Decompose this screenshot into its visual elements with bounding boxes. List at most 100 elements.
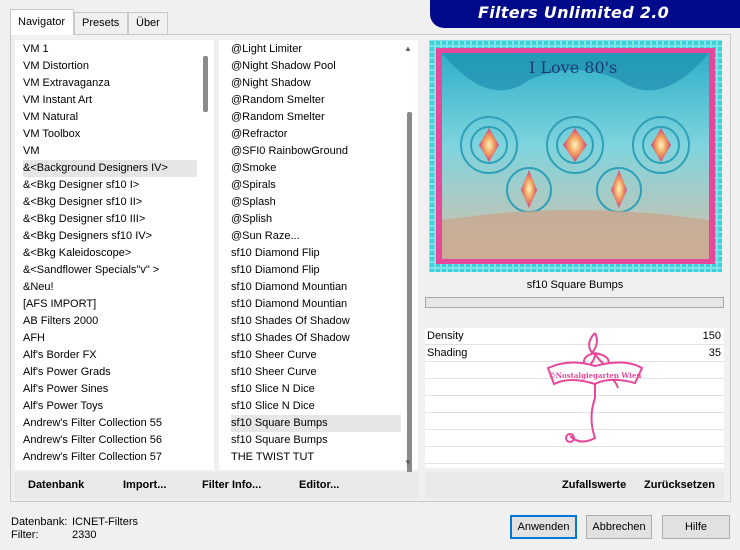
category-list-item[interactable]: &<Background Designers IV>	[23, 160, 197, 177]
scroll-down-icon[interactable]: ▼	[404, 458, 412, 467]
import-label: Import...	[123, 479, 167, 491]
reset-button[interactable]: Zurücksetzen	[644, 479, 715, 491]
reset-label: Zurücksetzen	[644, 479, 715, 491]
filter-list-item[interactable]: sf10 Slice N Dice	[231, 398, 401, 415]
parameter-grid[interactable]: Density 150 Shading 35 ©Nostalgiegarten …	[425, 328, 724, 468]
filter-list-item[interactable]: THE TWIST TUT	[231, 449, 401, 466]
tab-ueber-label: Über	[136, 17, 160, 29]
filter-list-item[interactable]: @Smoke	[231, 160, 401, 177]
help-label: Hilfe	[684, 521, 707, 533]
filter-list-item[interactable]: sf10 Square Bumps	[231, 432, 401, 449]
filter-list-item[interactable]: sf10 Diamond Flip	[231, 245, 401, 262]
filter-list-item[interactable]: sf10 Shades Of Shadow	[231, 330, 401, 347]
shading-label: Shading	[427, 347, 468, 359]
category-list-item[interactable]: AFH	[23, 330, 197, 347]
filter-preview-image: I Love 80's	[429, 40, 722, 272]
filter-scrollbar[interactable]: ▲ ▼	[401, 40, 418, 482]
watermark-logo: ©Nostalgiegarten Wien	[540, 328, 650, 453]
category-list-item[interactable]: Andrew's Filter Collection 56	[23, 432, 197, 449]
category-scrollbar[interactable]	[197, 40, 214, 470]
right-action-bar: Zufallswerte Zurücksetzen	[425, 472, 724, 498]
preview-overlay-text: I Love 80's	[529, 58, 618, 77]
filter-list-item[interactable]: sf10 Square Bumps	[231, 415, 401, 432]
tab-presets[interactable]: Presets	[74, 12, 128, 34]
random-values-label: Zufallswerte	[562, 479, 627, 491]
category-list-item[interactable]: &<Bkg Designers sf10 IV>	[23, 228, 197, 245]
filter-list-item[interactable]: @Refractor	[231, 126, 401, 143]
tab-navigator[interactable]: Navigator	[10, 9, 74, 35]
density-label: Density	[427, 330, 464, 342]
filter-list-item[interactable]: @Sun Raze...	[231, 228, 401, 245]
database-status-label: Datenbank:	[11, 516, 68, 528]
shading-value[interactable]: 35	[709, 347, 721, 359]
filter-count-label: Filter:	[11, 529, 39, 541]
preview-progress-bar	[425, 297, 724, 308]
category-list-item[interactable]: VM Toolbox	[23, 126, 197, 143]
category-list-item[interactable]: Alf's Power Grads	[23, 364, 197, 381]
tab-navigator-label: Navigator	[18, 16, 66, 28]
category-list-item[interactable]: &<Bkg Designer sf10 I>	[23, 177, 197, 194]
random-values-button[interactable]: Zufallswerte	[562, 479, 626, 491]
filter-info-button[interactable]: Filter Info...	[202, 479, 261, 491]
category-list-item[interactable]: &Neu!	[23, 279, 197, 296]
filter-list-item[interactable]: sf10 Sheer Curve	[231, 347, 401, 364]
watermark-text: ©Nostalgiegarten Wien	[549, 371, 642, 380]
filter-scroll-thumb[interactable]	[407, 112, 412, 482]
scroll-up-icon[interactable]: ▲	[404, 44, 412, 53]
apply-button[interactable]: Anwenden	[510, 515, 577, 539]
density-value[interactable]: 150	[703, 330, 721, 342]
left-action-bar: Datenbank Import... Filter Info... Edito…	[14, 472, 419, 498]
filter-list-item[interactable]: @Spirals	[231, 177, 401, 194]
help-button[interactable]: Hilfe	[662, 515, 730, 539]
category-list-item[interactable]: &<Bkg Designer sf10 II>	[23, 194, 197, 211]
filter-list-item[interactable]: @Splash	[231, 194, 401, 211]
category-list-item[interactable]: [AFS IMPORT]	[23, 296, 197, 313]
category-list-item[interactable]: VM Instant Art	[23, 92, 197, 109]
category-list-item[interactable]: VM	[23, 143, 197, 160]
filter-list-item[interactable]: sf10 Sheer Curve	[231, 364, 401, 381]
category-list-item[interactable]: VM Extravaganza	[23, 75, 197, 92]
cancel-button[interactable]: Abbrechen	[586, 515, 652, 539]
filter-list-item[interactable]: @Night Shadow Pool	[231, 58, 401, 75]
category-scroll-thumb[interactable]	[203, 56, 208, 112]
filter-list[interactable]: @Light Limiter @Night Shadow Pool @Night S…	[219, 40, 401, 470]
datenbank-label: Datenbank	[28, 479, 85, 491]
app-title: Filters Unlimited 2.0	[478, 3, 670, 22]
category-list-item[interactable]: VM Distortion	[23, 58, 197, 75]
filter-list-item[interactable]: sf10 Shades Of Shadow	[231, 313, 401, 330]
category-list-item[interactable]: Andrew's Filter Collection 57	[23, 449, 197, 466]
filter-info-label: Filter Info...	[202, 479, 262, 491]
category-list-item[interactable]: AB Filters 2000	[23, 313, 197, 330]
filter-list-item[interactable]: @Splish	[231, 211, 401, 228]
category-list-item[interactable]: VM Natural	[23, 109, 197, 126]
filter-list-item[interactable]: @SFI0 RainbowGround	[231, 143, 401, 160]
category-list-item[interactable]: &<Bkg Designer sf10 III>	[23, 211, 197, 228]
editor-label: Editor...	[299, 479, 340, 491]
app-title-banner: Filters Unlimited 2.0	[430, 0, 740, 28]
import-button[interactable]: Import...	[123, 479, 166, 491]
category-list-item[interactable]: Andrew's Filter Collection 55	[23, 415, 197, 432]
category-list-item[interactable]: &<Sandflower Specials"v" >	[23, 262, 197, 279]
database-status-value: ICNET-Filters	[72, 516, 138, 528]
category-list-item[interactable]: Alf's Border FX	[23, 347, 197, 364]
datenbank-button[interactable]: Datenbank	[28, 479, 84, 491]
category-list-item[interactable]: VM 1	[23, 41, 197, 58]
tab-ueber[interactable]: Über	[128, 12, 168, 34]
filter-list-item[interactable]: @Light Limiter	[231, 41, 401, 58]
filter-list-item[interactable]: @Random Smelter	[231, 92, 401, 109]
apply-label: Anwenden	[517, 521, 570, 533]
preview-filter-name: sf10 Square Bumps	[526, 279, 624, 291]
filter-list-item[interactable]: sf10 Diamond Mountian	[231, 279, 401, 296]
category-list-item[interactable]: Alf's Power Toys	[23, 398, 197, 415]
filter-list-item[interactable]: @Random Smelter	[231, 109, 401, 126]
filter-list-item[interactable]: sf10 Diamond Mountian	[231, 296, 401, 313]
cancel-label: Abbrechen	[592, 521, 646, 533]
category-list-item[interactable]: &<Bkg Kaleidoscope>	[23, 245, 197, 262]
editor-button[interactable]: Editor...	[299, 479, 339, 491]
category-list[interactable]: VM 1 VM Distortion VM Extravaganza VM Insta…	[15, 40, 197, 470]
filter-list-item[interactable]: @Night Shadow	[231, 75, 401, 92]
tab-presets-label: Presets	[82, 17, 120, 29]
filter-list-item[interactable]: sf10 Slice N Dice	[231, 381, 401, 398]
filter-list-item[interactable]: sf10 Diamond Flip	[231, 262, 401, 279]
category-list-item[interactable]: Alf's Power Sines	[23, 381, 197, 398]
